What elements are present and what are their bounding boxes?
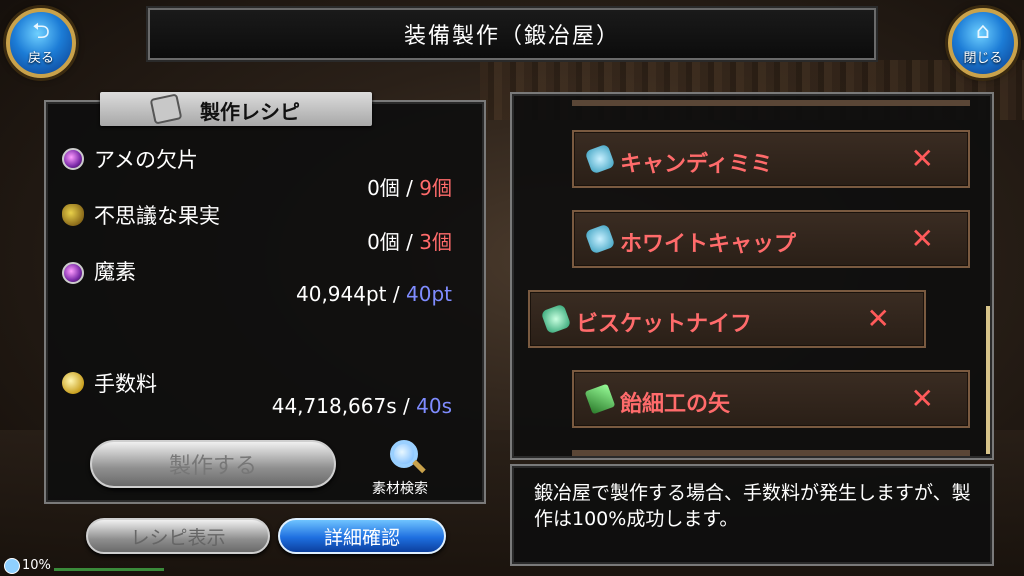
required-count: 9個 [419, 176, 452, 200]
owned-count: 0個 [367, 176, 400, 200]
close-button[interactable]: ⌂ 閉じる [948, 8, 1018, 78]
required-fee: 40s [416, 394, 452, 418]
list-divider [572, 450, 970, 456]
status-bar: 10% [0, 556, 180, 576]
hat-icon [584, 223, 616, 255]
quantity-separator: / [392, 282, 400, 306]
craft-button-label: 製作する [168, 454, 257, 479]
list-divider [572, 100, 970, 106]
unavailable-mark: ✕ [910, 142, 934, 175]
hat-icon [584, 143, 616, 175]
recipe-display-button[interactable]: レシピ表示 [86, 518, 270, 554]
material-quantity: 0個 / 3個 [300, 226, 452, 255]
recipe-list-item-selected[interactable]: ビスケットナイフ ✕ [528, 290, 926, 348]
material-name: 魔素 [94, 260, 136, 284]
quantity-separator: / [406, 176, 413, 200]
detail-confirm-label: 詳細確認 [323, 526, 400, 549]
status-percent: 10% [22, 558, 51, 573]
home-icon: ⌂ [976, 18, 990, 44]
owned-count: 40,944pt [296, 282, 387, 306]
status-progress [54, 568, 164, 571]
material-quantity: 0個 / 9個 [300, 172, 452, 201]
unavailable-mark: ✕ [866, 302, 890, 335]
owned-count: 0個 [367, 230, 400, 254]
craft-button[interactable]: 製作する [90, 440, 336, 488]
required-count: 40pt [406, 282, 452, 306]
recipe-display-label: レシピ表示 [130, 526, 226, 549]
arrow-icon [584, 383, 616, 415]
material-search-label[interactable]: 素材検索 [372, 478, 428, 498]
purple-orb-icon [62, 262, 84, 284]
recipe-list-scrollbar[interactable] [986, 306, 990, 454]
recipe-name: ビスケットナイフ [576, 312, 753, 337]
unavailable-mark: ✕ [910, 382, 934, 415]
quantity-separator: / [403, 394, 410, 418]
coins-icon [62, 372, 84, 394]
status-icon [4, 558, 20, 574]
back-label: 戻る [27, 50, 54, 66]
close-label: 閉じる [963, 50, 1003, 66]
recipe-name: ホワイトキャップ [620, 232, 797, 257]
return-arrow-icon: ⮌ [32, 18, 50, 44]
recipe-name: キャンディミミ [620, 152, 773, 177]
recipe-list-item[interactable]: 飴細工の矢 ✕ [572, 370, 970, 428]
recipe-panel-title: 製作レシピ [200, 100, 300, 124]
fee-quantity: 44,718,667s / 40s [200, 394, 452, 418]
page-title: 装備製作（鍛冶屋） [403, 24, 620, 49]
material-quantity: 40,944pt / 40pt [220, 282, 452, 306]
recipe-list-item[interactable]: キャンディミミ ✕ [572, 130, 970, 188]
detail-confirm-button[interactable]: 詳細確認 [278, 518, 446, 554]
material-name: アメの欠片 [94, 148, 198, 172]
recipe-name: 飴細工の矢 [620, 392, 731, 417]
recipe-list-item[interactable]: ホワイトキャップ ✕ [572, 210, 970, 268]
purple-orb-icon [62, 148, 84, 170]
back-button[interactable]: ⮌ 戻る [6, 8, 76, 78]
material-name: 不思議な果実 [94, 204, 220, 228]
unavailable-mark: ✕ [910, 222, 934, 255]
title-bar: 装備製作（鍛冶屋） [146, 6, 878, 62]
owned-money: 44,718,667s [271, 394, 397, 418]
quantity-separator: / [406, 230, 413, 254]
required-count: 3個 [419, 230, 452, 254]
info-message: 鍛冶屋で製作する場合、手数料が発生しますが、製作は100%成功します。 [534, 482, 971, 530]
knife-icon [540, 303, 572, 335]
fee-label: 手数料 [94, 372, 157, 396]
fruit-icon [62, 204, 84, 226]
